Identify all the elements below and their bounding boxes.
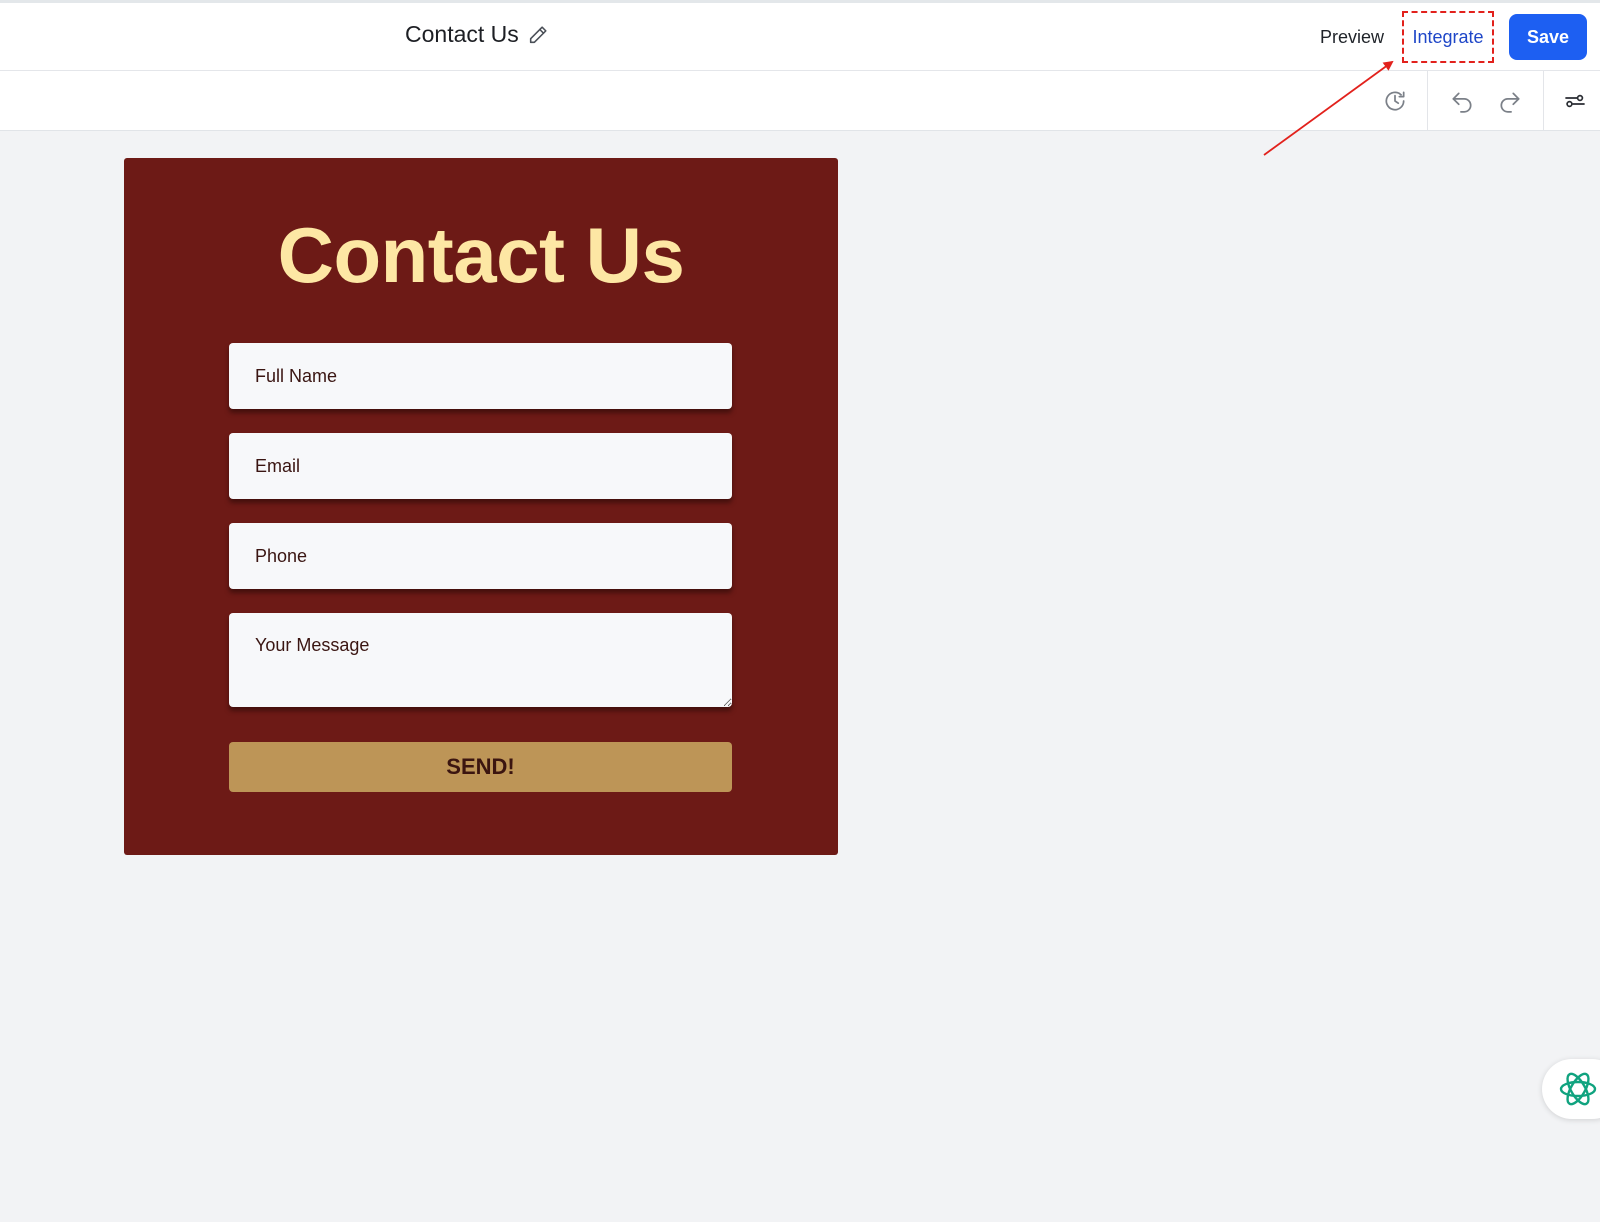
form-title: Contact Us <box>277 211 685 299</box>
email-input[interactable] <box>229 433 732 499</box>
document-title-text: Contact Us <box>405 21 519 47</box>
phone-input[interactable] <box>229 523 732 589</box>
full-name-input[interactable] <box>229 343 732 409</box>
integrate-button[interactable]: Integrate <box>1402 11 1494 63</box>
redo-icon[interactable] <box>1496 87 1524 115</box>
ai-assistant-button[interactable] <box>1542 1059 1600 1119</box>
toolbar-divider <box>1543 71 1544 130</box>
editor-header: Contact Us Preview Integrate Save <box>0 3 1600 71</box>
document-title[interactable]: Contact Us <box>405 21 549 48</box>
save-button[interactable]: Save <box>1509 14 1587 60</box>
preview-button[interactable]: Preview <box>1320 27 1384 48</box>
undo-icon[interactable] <box>1448 87 1476 115</box>
history-icon[interactable] <box>1381 87 1409 115</box>
message-textarea[interactable] <box>229 613 732 707</box>
pencil-icon[interactable] <box>527 24 549 46</box>
editor-toolbar <box>0 71 1600 131</box>
ai-assistant-icon <box>1559 1072 1597 1106</box>
toolbar-divider <box>1427 71 1428 130</box>
settings-sliders-icon[interactable] <box>1561 87 1589 115</box>
integrate-label: Integrate <box>1412 26 1484 47</box>
contact-form-card: Contact Us SEND! <box>124 158 838 855</box>
send-button[interactable]: SEND! <box>229 742 732 792</box>
